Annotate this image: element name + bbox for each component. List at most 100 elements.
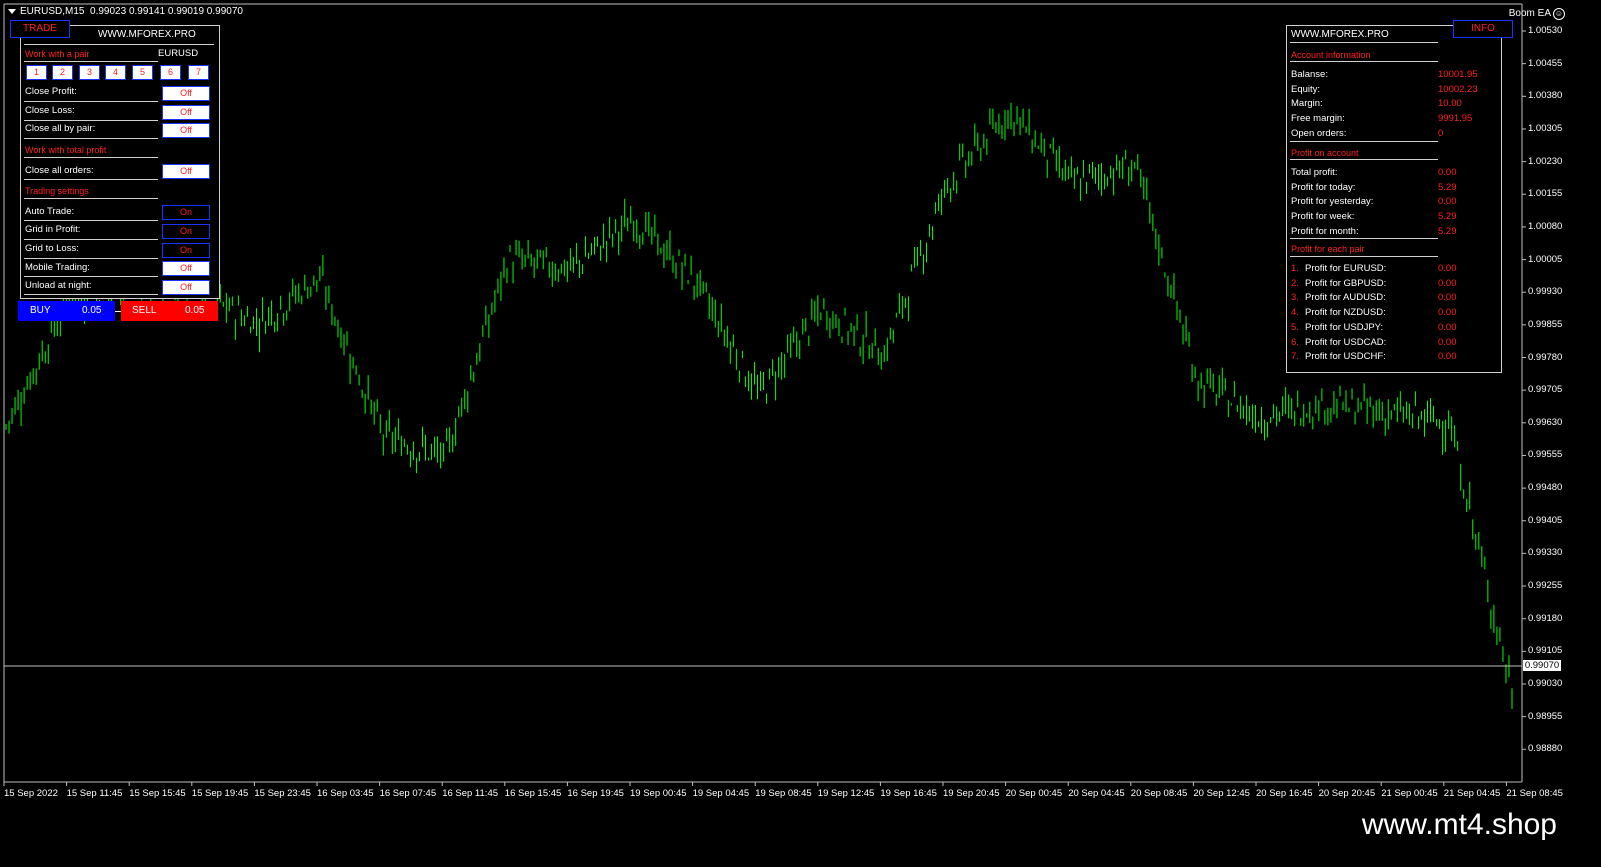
time-tick-label: 21 Sep 08:45 xyxy=(1506,788,1563,799)
unload-night-label: Unload at night: xyxy=(25,280,92,291)
profit-row-label: Profit for week: xyxy=(1291,211,1355,223)
time-tick-label: 19 Sep 16:45 xyxy=(880,788,937,799)
time-tick-label: 19 Sep 20:45 xyxy=(943,788,1000,799)
time-tick-label: 19 Sep 00:45 xyxy=(630,788,687,799)
close-loss-toggle[interactable]: Off xyxy=(162,105,210,120)
grid-profit-toggle[interactable]: On xyxy=(162,224,210,239)
trade-tab-button[interactable]: TRADE xyxy=(10,20,70,38)
account-row-label: Free margin: xyxy=(1291,113,1345,125)
close-all-orders-toggle[interactable]: Off xyxy=(162,164,210,179)
auto-trade-toggle[interactable]: On xyxy=(162,205,210,220)
divider xyxy=(24,294,158,295)
divider xyxy=(24,138,158,139)
divider xyxy=(24,220,158,221)
time-tick-label: 16 Sep 11:45 xyxy=(442,788,499,799)
divider xyxy=(24,44,214,45)
pair-row-num: 2. xyxy=(1291,277,1299,289)
pair-button-3[interactable]: 3 xyxy=(79,65,100,80)
buy-lot: 0.05 xyxy=(82,305,102,316)
pair-row-num: 1. xyxy=(1291,263,1299,274)
grid-profit-label: Grid in Profit: xyxy=(25,224,81,235)
profit-row-label: Profit for today: xyxy=(1291,181,1356,193)
price-tick-label: 0.99030 xyxy=(1528,678,1563,689)
watermark: www.mt4.shop xyxy=(1361,808,1557,841)
profit-row-label: Profit for month: xyxy=(1291,225,1359,237)
profit-title: Profit on account xyxy=(1291,148,1359,158)
pair-row-value: 0.00 xyxy=(1438,351,1457,363)
divider xyxy=(24,157,158,158)
grid-loss-label: Grid to Loss: xyxy=(25,243,79,254)
price-tick-label: 0.99330 xyxy=(1528,547,1563,559)
pair-button-4[interactable]: 4 xyxy=(105,65,126,80)
mobile-trading-toggle[interactable]: Off xyxy=(162,261,210,276)
price-tick-label: 1.00230 xyxy=(1528,155,1563,167)
pair-row-value: 0.00 xyxy=(1438,307,1457,319)
pair-row-num: 6. xyxy=(1291,336,1299,348)
grid-loss-toggle[interactable]: On xyxy=(162,243,210,258)
divider xyxy=(24,61,158,62)
info-tab-button[interactable]: INFO xyxy=(1453,20,1513,38)
time-tick-label: 15 Sep 2022 xyxy=(4,788,58,799)
time-tick-label: 15 Sep 15:45 xyxy=(129,788,186,799)
time-tick-label: 19 Sep 12:45 xyxy=(817,788,875,799)
divider xyxy=(24,179,158,180)
time-tick-label: 21 Sep 00:45 xyxy=(1381,788,1438,799)
close-all-orders-label: Close all orders: xyxy=(25,165,94,176)
pair-row-num: 5. xyxy=(1291,321,1299,333)
price-tick-label: 0.99255 xyxy=(1528,580,1563,592)
time-tick-label: 21 Sep 04:45 xyxy=(1443,788,1501,799)
price-tick-label: 1.00155 xyxy=(1528,188,1563,200)
time-tick-label: 20 Sep 04:45 xyxy=(1068,788,1125,799)
account-row-label: Open orders: xyxy=(1291,127,1347,139)
time-tick-label: 20 Sep 12:45 xyxy=(1193,788,1250,799)
buy-button[interactable]: BUY 0.05 xyxy=(18,301,115,321)
price-tick-label: 0.99630 xyxy=(1528,416,1563,428)
pair-row-num: 3. xyxy=(1291,292,1299,304)
mobile-trading-label: Mobile Trading: xyxy=(25,262,90,273)
account-row-label: Equity: xyxy=(1291,83,1321,95)
divider xyxy=(1290,141,1438,142)
divider xyxy=(24,258,158,259)
divider xyxy=(1290,61,1438,62)
time-tick-label: 15 Sep 23:45 xyxy=(254,788,311,799)
divider xyxy=(1290,159,1438,160)
price-tick-label: 0.99555 xyxy=(1528,449,1563,461)
info-site-label: WWW.MFOREX.PRO xyxy=(1291,29,1389,40)
close-all-pair-toggle[interactable]: Off xyxy=(162,123,210,138)
pair-button-2[interactable]: 2 xyxy=(52,65,73,80)
time-tick-label: 20 Sep 16:45 xyxy=(1256,788,1313,799)
account-row-label: Margin: xyxy=(1291,98,1323,110)
pair-row-value: 0.00 xyxy=(1438,263,1457,274)
account-row-value: 9991.95 xyxy=(1438,113,1473,125)
sell-button[interactable]: SELL 0.05 xyxy=(121,301,218,321)
pair-button-5[interactable]: 5 xyxy=(132,65,153,80)
buy-label: BUY xyxy=(30,305,51,316)
price-tick-label: 1.00380 xyxy=(1528,90,1563,102)
price-tick-label: 0.99930 xyxy=(1528,286,1563,298)
profit-row-value: 0.00 xyxy=(1438,167,1457,178)
time-tick-label: 15 Sep 11:45 xyxy=(66,788,123,799)
pair-row-label: Profit for NZDUSD: xyxy=(1305,307,1386,319)
pair-button-6[interactable]: 6 xyxy=(160,65,181,80)
divider xyxy=(24,276,158,277)
time-tick-label: 16 Sep 19:45 xyxy=(567,788,624,799)
pair-row-value: 0.00 xyxy=(1438,277,1457,289)
pair-button-1[interactable]: 1 xyxy=(26,65,47,80)
pair-row-label: Profit for USDJPY: xyxy=(1305,321,1384,333)
time-tick-label: 19 Sep 04:45 xyxy=(692,788,750,799)
close-profit-toggle[interactable]: Off xyxy=(162,86,210,101)
profit-row-label: Profit for yesterday: xyxy=(1291,196,1374,208)
price-tick-label: 0.98955 xyxy=(1528,710,1563,722)
close-loss-label: Close Loss: xyxy=(25,105,75,116)
unload-night-toggle[interactable]: Off xyxy=(162,280,210,295)
dropdown-arrow-icon[interactable] xyxy=(8,8,16,14)
profit-row-value: 5.29 xyxy=(1438,181,1457,193)
pair-profit-title: Profit for each pair xyxy=(1291,244,1365,254)
current-price-tag: 0.99070 xyxy=(1523,660,1561,671)
pair-row-label: Profit for AUDUSD: xyxy=(1305,292,1386,304)
ohlc-values: 0.99023 0.99141 0.99019 0.99070 xyxy=(90,6,243,17)
pair-button-7[interactable]: 7 xyxy=(188,65,209,80)
profit-row-value: 5.29 xyxy=(1438,225,1457,237)
time-tick-label: 20 Sep 20:45 xyxy=(1318,788,1376,799)
section-total-title: Work with total profit xyxy=(25,145,107,155)
